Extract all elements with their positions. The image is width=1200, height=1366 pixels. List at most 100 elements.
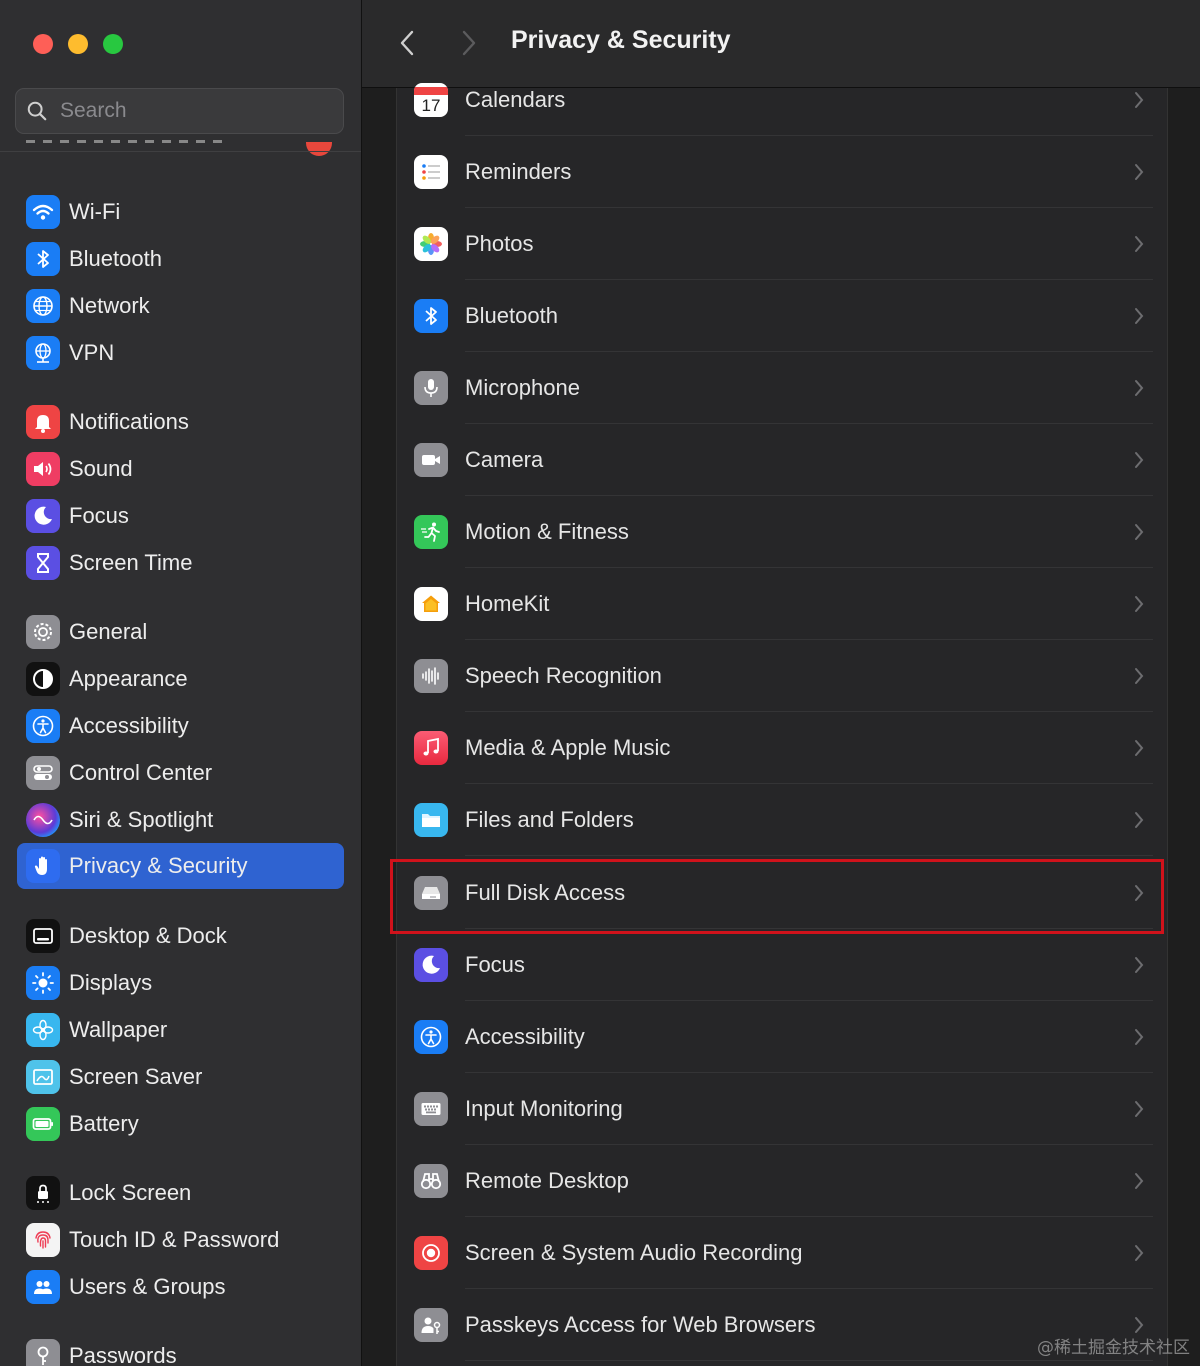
binoculars-icon [414,1164,448,1198]
list-item-bluetooth[interactable]: Bluetooth [397,280,1167,352]
sidebar-item-label: Touch ID & Password [69,1227,280,1252]
chevron-right-icon [1135,596,1144,612]
chevron-right-icon [1135,1029,1144,1045]
sidebar-item-passwords[interactable]: Passwords [17,1333,344,1366]
sidebar-item-label: Network [69,293,150,318]
moon-icon [414,948,448,982]
list-item-files-folders[interactable]: Files and Folders [397,784,1167,856]
sidebar-item-wifi[interactable]: Wi-Fi [17,189,344,235]
list-item-motion-fitness[interactable]: Motion & Fitness [397,496,1167,568]
sidebar-item-screen-time[interactable]: Screen Time [17,540,344,586]
keyboard-icon [414,1092,448,1126]
list-item-label: Media & Apple Music [465,735,671,760]
running-icon [414,515,448,549]
search-field[interactable] [15,88,344,134]
forward-button[interactable] [454,26,484,60]
sidebar-item-network[interactable]: Network [17,283,344,329]
sidebar-item-label: Screen Time [69,550,193,575]
appearance-icon [26,662,60,696]
sidebar-item-displays[interactable]: Displays [17,960,344,1006]
reminders-icon [414,155,448,189]
sidebar-item-label: Battery [69,1111,139,1136]
sidebar-item-label: VPN [69,340,115,365]
list-item-label: Bluetooth [465,303,558,328]
list-item-camera[interactable]: Camera [397,424,1167,496]
person-key-icon [414,1308,448,1342]
sidebar-item-screen-saver[interactable]: Screen Saver [17,1054,344,1100]
sidebar-item-label: Displays [69,970,153,995]
list-item-focus[interactable]: Focus [397,929,1167,1001]
lock-icon [26,1176,60,1210]
notification-badge [306,142,332,156]
sidebar-item-users-groups[interactable]: Users & Groups [17,1264,344,1310]
list-item-screen-audio-recording[interactable]: Screen & System Audio Recording [397,1217,1167,1289]
list-item-photos[interactable]: Photos [397,208,1167,280]
key-icon [26,1339,60,1366]
users-icon [26,1270,60,1304]
close-button[interactable] [33,34,53,54]
list-item-label: Reminders [465,159,572,184]
moon-icon [26,499,60,533]
zoom-button[interactable] [103,34,123,54]
sidebar-item-control-center[interactable]: Control Center [17,750,344,796]
chevron-right-icon [1135,1245,1144,1261]
photos-icon [414,227,448,261]
sidebar-item-label: Control Center [69,760,213,785]
sidebar-item-accessibility[interactable]: Accessibility [17,703,344,749]
list-item-media-apple-music[interactable]: Media & Apple Music [397,712,1167,784]
sidebar-item-label: Wallpaper [69,1017,168,1042]
toggles-icon [26,756,60,790]
record-icon [414,1236,448,1270]
list-item-label: Screen & System Audio Recording [465,1240,803,1265]
hourglass-icon [26,546,60,580]
list-item-remote-desktop[interactable]: Remote Desktop [397,1145,1167,1217]
list-item-label: HomeKit [465,591,550,616]
sidebar-item-sound[interactable]: Sound [17,446,344,492]
calendar-icon: 17 [414,83,448,117]
list-item-accessibility[interactable]: Accessibility [397,1001,1167,1073]
sidebar-item-lock-screen[interactable]: Lock Screen [17,1170,344,1216]
list-item-calendars[interactable]: 17 Calendars [397,64,1167,136]
sidebar-item-label: Users & Groups [69,1274,226,1299]
list-item-speech-recognition[interactable]: Speech Recognition [397,640,1167,712]
sidebar-item-general[interactable]: General [17,609,344,655]
sidebar-item-privacy-security[interactable]: Privacy & Security [17,843,344,889]
bluetooth-icon [26,242,60,276]
sidebar-item-desktop-dock[interactable]: Desktop & Dock [17,913,344,959]
sidebar-item-vpn[interactable]: VPN [17,330,344,376]
back-chevron-icon [400,30,414,56]
back-button[interactable] [392,26,422,60]
sidebar-item-bluetooth[interactable]: Bluetooth [17,236,344,282]
search-input[interactable] [58,98,322,124]
sidebar-item-touch-id-password[interactable]: Touch ID & Password [17,1217,344,1263]
waveform-icon [414,659,448,693]
sidebar-item-siri-spotlight[interactable]: Siri & Spotlight [17,797,344,843]
list-item-label: Accessibility [465,1024,585,1049]
list-item-homekit[interactable]: HomeKit [397,568,1167,640]
sidebar-item-focus[interactable]: Focus [17,493,344,539]
minimize-button[interactable] [68,34,88,54]
battery-icon [26,1107,60,1141]
wifi-icon [26,195,60,229]
sidebar-item-wallpaper[interactable]: Wallpaper [17,1007,344,1053]
sidebar-item-label: Passwords [69,1343,177,1366]
chevron-right-icon [1135,1173,1144,1189]
sidebar-item-label: Siri & Spotlight [69,807,214,832]
accessibility-icon [26,709,60,743]
list-item-microphone[interactable]: Microphone [397,352,1167,424]
list-item-input-monitoring[interactable]: Input Monitoring [397,1073,1167,1145]
camera-icon [414,443,448,477]
chevron-right-icon [1135,380,1144,396]
sidebar-item-label: Desktop & Dock [69,923,227,948]
sidebar-item-notifications[interactable]: Notifications [17,399,344,445]
forward-chevron-icon [462,30,476,56]
sidebar-item-appearance[interactable]: Appearance [17,656,344,702]
traffic-lights [33,34,123,54]
permissions-list: 17 Calendars Reminders Photos Bluetooth … [396,83,1168,1366]
chevron-right-icon [1135,452,1144,468]
list-item-reminders[interactable]: Reminders [397,136,1167,208]
sidebar-item-battery[interactable]: Battery [17,1101,344,1147]
annotation-highlight-box [390,859,1164,934]
sidebar-item-label: Wi-Fi [69,199,121,224]
screensaver-icon [26,1060,60,1094]
